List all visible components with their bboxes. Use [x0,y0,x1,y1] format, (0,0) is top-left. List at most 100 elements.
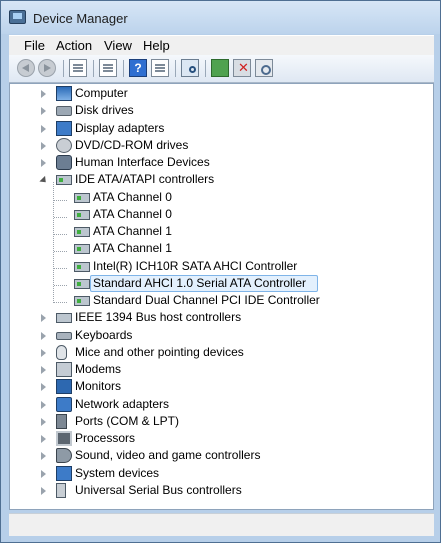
menu-bar: File Action View Help [9,35,434,56]
tree-category-modems[interactable]: Modems [10,361,433,378]
expand-arrow-icon[interactable] [41,107,46,116]
tree-category-dvd-cd-rom-drives[interactable]: DVD/CD-ROM drives [10,137,433,154]
tree-item-label: Monitors [75,379,122,394]
tree-item-label: Modems [75,362,122,376]
ide-controller-icon [56,175,72,186]
tree-device-ata-channel-1[interactable]: ATA Channel 1 [10,240,433,257]
tree-item-label: IDE ATA/ATAPI controllers [75,172,215,187]
device-tree[interactable]: Computer Disk drives Display adapters DVD/C… [9,83,434,510]
menu-action[interactable]: Action [53,38,95,53]
tree-item-label: Mice and other pointing devices [75,344,244,359]
tree-device-ata-channel-1[interactable]: ATA Channel 1 [10,223,433,240]
expand-arrow-icon[interactable] [41,90,46,98]
expand-arrow-icon[interactable] [41,314,46,323]
toolbar-separator [123,60,124,77]
ide-controller-icon [74,227,90,237]
tree-category-disk-drives[interactable]: Disk drives [10,102,433,119]
tree-device-ata-channel-0[interactable]: ATA Channel 0 [10,206,433,223]
tree-category-sound-video-and-game-controllers[interactable]: Sound, video and game controllers [10,447,433,464]
tree-item-label: Ports (COM & LPT) [75,413,180,428]
display-adapter-icon [56,120,72,136]
tree-category-display-adapters[interactable]: Display adapters [10,120,433,137]
ide-controller-icon [74,192,90,203]
expand-arrow-icon[interactable] [41,486,46,495]
title-bar[interactable]: Device Manager [1,1,440,34]
usb-icon [56,482,66,498]
expand-arrow-icon[interactable] [41,141,46,150]
tree-category-human-interface-devices[interactable]: Human Interface Devices [10,154,433,171]
expand-arrow-icon[interactable] [41,348,46,357]
tree-category-network-adapters[interactable]: Network adapters [10,396,433,413]
back-arrow-icon[interactable] [17,59,35,77]
tree-item-label: ATA Channel 0 [93,189,172,204]
toolbar-separator [93,60,94,77]
uninstall-device-icon[interactable] [255,59,273,77]
tree-item-label: IEEE 1394 Bus host controllers [75,310,242,325]
processor-icon [56,431,72,446]
show-hide-console-tree-icon[interactable] [69,59,87,77]
tree-item-label: Processors [75,431,136,445]
keyboard-icon [56,331,72,340]
expand-arrow-icon[interactable] [41,124,46,133]
tree-item-label: ATA Channel 0 [93,206,172,221]
tree-device-standard-ahci-1-0-serial-ata-controller[interactable]: Standard AHCI 1.0 Serial ATA Controller [10,274,433,292]
monitor-icon [56,379,72,395]
tree-category-ide-ata-atapi-controllers[interactable]: IDE ATA/ATAPI controllers [10,171,433,188]
tree-item-label: Human Interface Devices [75,155,210,169]
ide-controller-icon [74,244,90,255]
tree-device-ata-channel-0[interactable]: ATA Channel 0 [10,189,433,206]
expand-arrow-icon[interactable] [41,417,46,426]
toolbar: ? [9,55,434,83]
dvd-drive-icon [56,137,72,153]
help-icon[interactable]: ? [129,59,147,77]
expand-arrow-icon[interactable] [41,331,46,340]
forward-arrow-icon[interactable] [38,59,56,77]
tree-category-ieee-1394-bus-host-controllers[interactable]: IEEE 1394 Bus host controllers [10,309,433,326]
window-title: Device Manager [33,11,128,26]
tree-category-monitors[interactable]: Monitors [10,378,433,395]
ieee1394-icon [56,313,72,324]
tree-device-standard-dual-channel-pci-ide-controller[interactable]: Standard Dual Channel PCI IDE Controller [10,292,433,309]
scan-for-hardware-changes-icon[interactable] [181,59,199,77]
tree-category-system-devices[interactable]: System devices [10,465,433,482]
expand-arrow-icon[interactable] [41,159,46,167]
system-devices-icon [56,465,72,481]
expand-arrow-icon[interactable] [41,469,46,478]
tree-item-label: Disk drives [75,103,134,118]
ports-icon [56,413,67,429]
menu-view[interactable]: View [101,38,135,53]
expand-arrow-icon[interactable] [41,400,46,409]
tree-category-mice-and-other-pointing-devices[interactable]: Mice and other pointing devices [10,344,433,361]
expand-arrow-icon[interactable] [41,435,46,443]
tree-item-label: Universal Serial Bus controllers [75,482,242,497]
tree-category-ports-com-lpt[interactable]: Ports (COM & LPT) [10,413,433,430]
properties-icon[interactable] [99,59,117,77]
expand-arrow-icon[interactable] [41,383,46,392]
tree-device-intel-r-ich10r-sata-ahci-controller[interactable]: Intel(R) ICH10R SATA AHCI Controller [10,258,433,275]
tree-item-label: ATA Channel 1 [93,241,172,256]
expand-arrow-icon[interactable] [41,366,46,374]
hid-icon [56,155,72,170]
tree-item-label: ATA Channel 1 [93,224,172,238]
tree-item-label: Display adapters [75,120,165,135]
tree-category-computer[interactable]: Computer [10,85,433,102]
tree-category-universal-serial-bus-controllers[interactable]: Universal Serial Bus controllers [10,482,433,499]
menu-file[interactable]: File [21,38,48,53]
ide-controller-icon [74,261,90,272]
action-pane-icon[interactable] [151,59,169,77]
sound-icon [56,448,72,464]
ide-controller-icon [74,278,90,289]
menu-help[interactable]: Help [140,38,173,53]
device-manager-window: Device Manager File Action View Help ? ✕… [0,0,441,543]
device-manager-app-icon [9,10,26,24]
tree-item-label: System devices [75,465,160,480]
disk-drive-icon [56,106,72,117]
tree-category-keyboards[interactable]: Keyboards [10,327,433,344]
tree-item-label: Computer [75,86,128,100]
tree-category-processors[interactable]: Processors [10,430,433,447]
toolbar-separator [63,60,64,77]
collapse-arrow-icon[interactable] [39,176,49,186]
disable-device-icon[interactable] [233,59,251,77]
expand-arrow-icon[interactable] [41,452,46,461]
update-driver-icon[interactable] [211,59,229,77]
